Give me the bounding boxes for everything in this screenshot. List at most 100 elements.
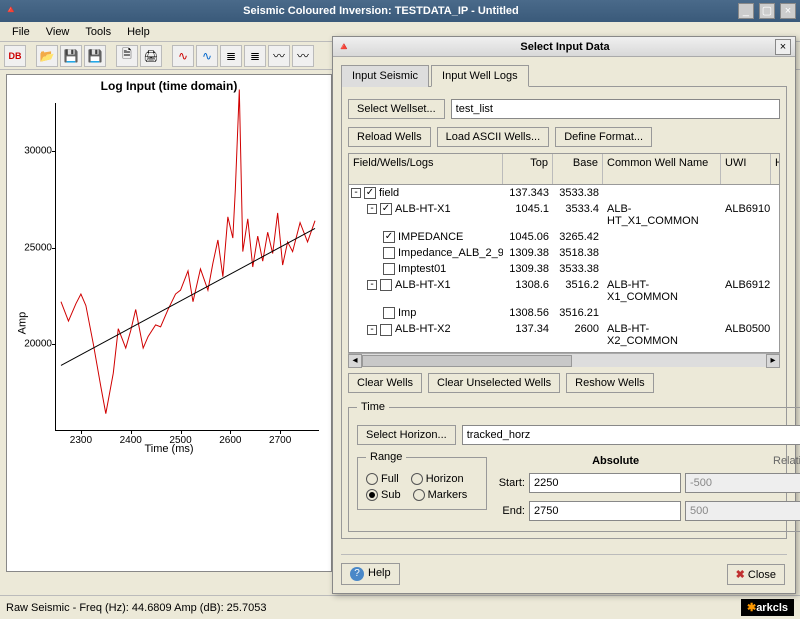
row-checkbox[interactable]: [383, 247, 395, 259]
reshow-wells-button[interactable]: Reshow Wells: [566, 373, 654, 393]
tab-input-well-logs[interactable]: Input Well Logs: [431, 65, 529, 87]
scroll-right-icon[interactable]: ▸: [766, 354, 780, 368]
row-checkbox[interactable]: [383, 307, 395, 319]
cell-cwn: [603, 262, 721, 276]
cell-ht: [771, 246, 780, 260]
tree-row[interactable]: -ALB-HT-X2137.342600ALB-HT-X2_COMMONALB0…: [349, 321, 779, 349]
print-preview-icon[interactable]: 🗎: [116, 45, 138, 67]
scroll-thumb[interactable]: [362, 355, 572, 367]
cell-uwi: ALB6910: [721, 202, 774, 228]
cell-uwi: [721, 246, 771, 260]
chart-panel: Log Input (time domain) Amp 200002500030…: [6, 74, 332, 572]
minimize-button[interactable]: _: [738, 3, 754, 19]
row-checkbox[interactable]: ✓: [380, 203, 392, 215]
horizon-field[interactable]: [462, 425, 800, 445]
clear-wells-button[interactable]: Clear Wells: [348, 373, 422, 393]
scroll-left-icon[interactable]: ◂: [348, 354, 362, 368]
row-name: ALB-HT-X2: [395, 323, 451, 335]
row-checkbox[interactable]: [380, 279, 392, 291]
col-common-well-name[interactable]: Common Well Name: [603, 154, 721, 184]
print-icon[interactable]: 🖨: [140, 45, 162, 67]
statusbar: Raw Seismic - Freq (Hz): 44.6809 Amp (dB…: [0, 595, 800, 619]
select-wellset-button[interactable]: Select Wellset...: [348, 99, 445, 119]
close-button[interactable]: ✖Close: [727, 564, 785, 585]
clear-unselected-wells-button[interactable]: Clear Unselected Wells: [428, 373, 560, 393]
select-horizon-button[interactable]: Select Horizon...: [357, 425, 456, 445]
chart-a-icon[interactable]: ∿: [172, 45, 194, 67]
save-as-icon[interactable]: 💾: [84, 45, 106, 67]
row-checkbox[interactable]: ✓: [364, 187, 376, 199]
col-uwi[interactable]: UWI: [721, 154, 771, 184]
radio-markers[interactable]: Markers: [413, 489, 468, 501]
cell-cwn: ALB-HT-X1_COMMON: [603, 278, 721, 304]
open-icon[interactable]: 📂: [36, 45, 58, 67]
cell-ht: [771, 306, 780, 320]
menu-tools[interactable]: Tools: [77, 24, 119, 40]
cell-uwi: [721, 230, 771, 244]
cell-top: 1045.1: [503, 202, 553, 228]
cell-base: 3533.4: [553, 202, 603, 228]
expand-toggle-icon[interactable]: -: [367, 325, 377, 335]
cell-uwi: [721, 306, 771, 320]
time-group: Time Select Horizon... Range Full Horizo…: [348, 401, 800, 532]
maximize-button[interactable]: ▢: [759, 3, 775, 19]
chart-b-icon[interactable]: ∿: [196, 45, 218, 67]
save-icon[interactable]: 💾: [60, 45, 82, 67]
radio-horizon[interactable]: Horizon: [411, 473, 464, 485]
end-absolute-field[interactable]: [529, 501, 681, 521]
tabstrip: Input Seismic Input Well Logs: [341, 65, 787, 87]
start-absolute-field[interactable]: [529, 473, 681, 493]
cell-top: 1308.6: [503, 278, 553, 304]
dialog-close-icon[interactable]: ×: [775, 39, 791, 55]
list-b-icon[interactable]: ≣: [244, 45, 266, 67]
wellset-field[interactable]: [451, 99, 780, 119]
load-ascii-wells-button[interactable]: Load ASCII Wells...: [437, 127, 550, 147]
tree-row[interactable]: Imp1308.563516.21: [349, 305, 779, 321]
row-name: field: [379, 187, 399, 199]
tree-hscrollbar[interactable]: ◂ ▸: [348, 353, 780, 367]
cell-ht: [771, 186, 780, 200]
cell-ht: [771, 262, 780, 276]
tree-row[interactable]: -ALB-HT-X11308.63516.2ALB-HT-X1_COMMONAL…: [349, 277, 779, 305]
radio-full[interactable]: Full: [366, 473, 399, 485]
row-checkbox[interactable]: [383, 263, 395, 275]
col-base[interactable]: Base: [553, 154, 603, 184]
tree-row[interactable]: -✓field137.3433533.38: [349, 185, 779, 201]
cell-cwn: [603, 186, 721, 200]
cell-base: 3265.42: [553, 230, 603, 244]
menu-file[interactable]: File: [4, 24, 38, 40]
wells-tree-table[interactable]: Field/Wells/Logs Top Base Common Well Na…: [348, 153, 780, 353]
menu-help[interactable]: Help: [119, 24, 158, 40]
tree-row[interactable]: Imptest011309.383533.38: [349, 261, 779, 277]
cell-uwi: ALB0500: [721, 322, 774, 348]
radio-sub[interactable]: Sub: [366, 489, 401, 501]
tree-row[interactable]: ✓IMPEDANCE1045.063265.42: [349, 229, 779, 245]
menu-view[interactable]: View: [38, 24, 78, 40]
tree-row[interactable]: Impedance_ALB_2_961309.383518.38: [349, 245, 779, 261]
row-checkbox[interactable]: [380, 324, 392, 336]
reload-wells-button[interactable]: Reload Wells: [348, 127, 431, 147]
wave-a-icon[interactable]: 〰: [268, 45, 290, 67]
help-button[interactable]: ?Help: [341, 563, 400, 585]
col-horz-time[interactable]: Horz Ti: [771, 154, 780, 184]
list-a-icon[interactable]: ≣: [220, 45, 242, 67]
expand-toggle-icon[interactable]: -: [367, 204, 377, 214]
cell-top: 1309.38: [503, 246, 553, 260]
ytick-label: 20000: [12, 339, 52, 350]
define-format-button[interactable]: Define Format...: [555, 127, 652, 147]
db-icon[interactable]: DB: [4, 45, 26, 67]
chart-xlabel: Time (ms): [7, 443, 331, 455]
col-name[interactable]: Field/Wells/Logs: [349, 154, 503, 184]
cell-cwn: [603, 246, 721, 260]
chart-title: Log Input (time domain): [7, 79, 331, 93]
tree-row[interactable]: -✓ALB-HT-X11045.13533.4ALB-HT_X1_COMMONA…: [349, 201, 779, 229]
close-window-button[interactable]: ×: [780, 3, 796, 19]
expand-toggle-icon[interactable]: -: [351, 188, 361, 198]
tab-input-seismic[interactable]: Input Seismic: [341, 65, 429, 87]
chart-plot-area[interactable]: 20000250003000023002400250026002700: [55, 103, 319, 431]
main-titlebar: 🔺 Seismic Coloured Inversion: TESTDATA_I…: [0, 0, 800, 22]
wave-b-icon[interactable]: 〰: [292, 45, 314, 67]
col-top[interactable]: Top: [503, 154, 553, 184]
row-checkbox[interactable]: ✓: [383, 231, 395, 243]
expand-toggle-icon[interactable]: -: [367, 280, 377, 290]
